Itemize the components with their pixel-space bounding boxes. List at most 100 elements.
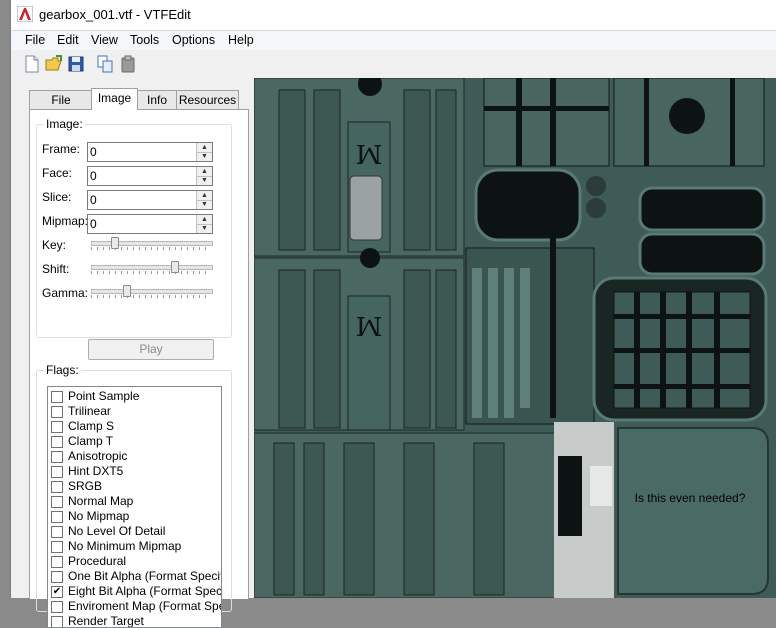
slider-ticks bbox=[91, 247, 211, 250]
gamma-slider-thumb[interactable] bbox=[123, 285, 131, 297]
key-slider-thumb[interactable] bbox=[111, 237, 119, 249]
flag-item[interactable]: Normal Map bbox=[51, 494, 221, 509]
flag-item[interactable]: Hint DXT5 bbox=[51, 464, 221, 479]
menu-edit[interactable]: Edit bbox=[57, 33, 79, 47]
flags-list[interactable]: Point Sample Trilinear Clamp S Clamp T Aniso… bbox=[47, 386, 222, 628]
slice-stepper[interactable]: 0 ▲ ▼ bbox=[87, 190, 213, 210]
flag-item[interactable]: No Minimum Mipmap bbox=[51, 539, 221, 554]
flag-item[interactable]: One Bit Alpha (Format Specifi bbox=[51, 569, 221, 584]
texture-pipe bbox=[472, 268, 482, 418]
flag-item[interactable]: SRGB bbox=[51, 479, 221, 494]
flag-label: Hint DXT5 bbox=[68, 464, 124, 478]
flag-item[interactable]: Enviroment Map (Format Spe bbox=[51, 599, 221, 614]
spin-down-icon[interactable]: ▼ bbox=[197, 152, 212, 161]
flag-item[interactable]: Trilinear bbox=[51, 404, 221, 419]
face-label: Face: bbox=[42, 166, 73, 180]
open-folder-icon[interactable] bbox=[45, 55, 63, 73]
flag-item[interactable]: Point Sample bbox=[51, 389, 221, 404]
slider-ticks bbox=[91, 271, 211, 274]
checkbox-icon[interactable] bbox=[51, 466, 63, 478]
slider-track bbox=[91, 265, 213, 270]
flag-item[interactable]: Render Target bbox=[51, 614, 221, 628]
flag-item[interactable]: Clamp T bbox=[51, 434, 221, 449]
tab-info[interactable]: Info bbox=[136, 90, 178, 109]
play-button[interactable]: Play bbox=[88, 339, 214, 360]
flag-item[interactable]: No Level Of Detail bbox=[51, 524, 221, 539]
checkbox-icon[interactable] bbox=[51, 421, 63, 433]
flag-label: Anisotropic bbox=[68, 449, 128, 463]
checkbox-icon[interactable] bbox=[51, 406, 63, 418]
texture-slot bbox=[403, 442, 435, 596]
checkbox-icon[interactable] bbox=[51, 571, 63, 583]
menu-file[interactable]: File bbox=[25, 33, 45, 47]
texture-slot bbox=[403, 89, 431, 251]
frame-stepper-arrows[interactable]: ▲ ▼ bbox=[196, 143, 212, 161]
menu-tools[interactable]: Tools bbox=[130, 33, 159, 47]
face-stepper-arrows[interactable]: ▲ ▼ bbox=[196, 167, 212, 185]
texture-slot bbox=[273, 442, 295, 596]
image-group-title: Image: bbox=[44, 117, 85, 131]
checkbox-icon[interactable] bbox=[51, 496, 63, 508]
texture-rib bbox=[644, 78, 649, 166]
spin-down-icon[interactable]: ▼ bbox=[197, 176, 212, 185]
checkbox-icon[interactable] bbox=[51, 601, 63, 613]
texture-slot bbox=[303, 442, 325, 596]
flag-label: Point Sample bbox=[68, 389, 140, 403]
flag-item[interactable]: Anisotropic bbox=[51, 449, 221, 464]
shift-slider-thumb[interactable] bbox=[171, 261, 179, 273]
menu-view[interactable]: View bbox=[91, 33, 118, 47]
flag-label: Clamp T bbox=[68, 434, 114, 448]
flag-item[interactable]: Clamp S bbox=[51, 419, 221, 434]
checkbox-icon[interactable] bbox=[51, 526, 63, 538]
checkbox-checked-icon[interactable]: ✔ bbox=[51, 586, 63, 598]
tab-file-system[interactable]: File System bbox=[29, 90, 93, 125]
flag-item[interactable]: ✔ Eight Bit Alpha (Format Specif bbox=[51, 584, 221, 599]
texture-slot bbox=[313, 89, 341, 251]
mipmap-stepper[interactable]: 0 ▲ ▼ bbox=[87, 214, 213, 234]
texture-pipe bbox=[504, 268, 514, 418]
flag-label: Clamp S bbox=[68, 419, 115, 433]
gamma-slider[interactable] bbox=[91, 285, 213, 299]
shift-slider[interactable] bbox=[91, 261, 213, 275]
texture-preview: ꟽ ꟽ Is this even needed? bbox=[254, 78, 776, 598]
face-value: 0 bbox=[90, 169, 97, 183]
spin-down-icon[interactable]: ▼ bbox=[197, 200, 212, 209]
flag-item[interactable]: No Mipmap bbox=[51, 509, 221, 524]
menu-options[interactable]: Options bbox=[172, 33, 215, 47]
frame-value: 0 bbox=[90, 145, 97, 159]
frame-stepper[interactable]: 0 ▲ ▼ bbox=[87, 142, 213, 162]
flag-item[interactable]: Procedural bbox=[51, 554, 221, 569]
image-tab-panel: Image: Frame: 0 ▲ ▼ Face: 0 ▲ ▼ Slice: 0 ▲… bbox=[29, 109, 249, 628]
checkbox-icon[interactable] bbox=[51, 481, 63, 493]
menu-help[interactable]: Help bbox=[228, 33, 254, 47]
paste-icon[interactable] bbox=[119, 55, 137, 73]
checkbox-icon[interactable] bbox=[51, 391, 63, 403]
texture-label-plate bbox=[349, 175, 383, 241]
checkbox-icon[interactable] bbox=[51, 451, 63, 463]
vtfedit-window: gearbox_001.vtf - VTFEdit File Edit View… bbox=[10, 0, 776, 628]
face-stepper[interactable]: 0 ▲ ▼ bbox=[87, 166, 213, 186]
texture-stamp: ꟽ bbox=[356, 313, 383, 343]
checkbox-icon[interactable] bbox=[51, 511, 63, 523]
save-icon[interactable] bbox=[67, 55, 85, 73]
texture-preview-area[interactable]: ꟽ ꟽ Is this even needed? bbox=[254, 78, 776, 598]
checkbox-icon[interactable] bbox=[51, 556, 63, 568]
checkbox-icon[interactable] bbox=[51, 436, 63, 448]
new-file-icon[interactable] bbox=[23, 55, 41, 73]
tab-resources[interactable]: Resources bbox=[176, 90, 239, 109]
spin-down-icon[interactable]: ▼ bbox=[197, 224, 212, 233]
flag-label: Render Target bbox=[68, 614, 144, 628]
texture-hole bbox=[360, 248, 380, 268]
checkbox-icon[interactable] bbox=[51, 541, 63, 553]
copy-icon[interactable] bbox=[96, 55, 114, 73]
tab-image[interactable]: Image bbox=[91, 88, 138, 110]
texture-rib bbox=[614, 348, 750, 353]
slider-track bbox=[91, 289, 213, 294]
key-slider[interactable] bbox=[91, 237, 213, 251]
checkbox-icon[interactable] bbox=[51, 616, 63, 627]
slice-stepper-arrows[interactable]: ▲ ▼ bbox=[196, 191, 212, 209]
flag-label: Procedural bbox=[68, 554, 127, 568]
key-label: Key: bbox=[42, 238, 67, 252]
mipmap-stepper-arrows[interactable]: ▲ ▼ bbox=[196, 215, 212, 233]
texture-rib bbox=[550, 238, 556, 418]
